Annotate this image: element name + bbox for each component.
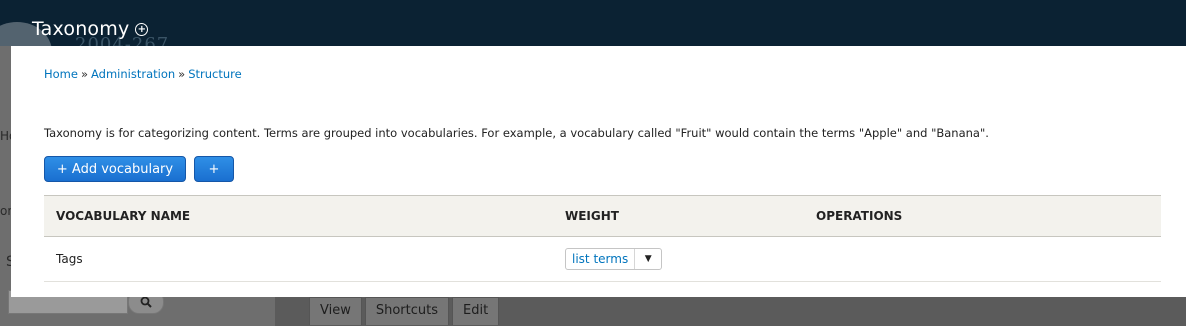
- tab-edit: Edit: [452, 297, 500, 325]
- taxonomy-overlay: Home» Administration» Structure Taxonomy i…: [11, 46, 1186, 297]
- page-title: Taxonomy +: [32, 18, 149, 40]
- vocabulary-table: VOCABULARY NAME WEIGHT OPERATIONS Tags l…: [44, 195, 1161, 282]
- add-shortcut-button[interactable]: +: [194, 156, 234, 182]
- plus-circle-icon[interactable]: +: [135, 22, 149, 36]
- breadcrumb-structure[interactable]: Structure: [188, 67, 242, 81]
- list-terms-link[interactable]: list terms: [566, 249, 636, 269]
- breadcrumb-administration[interactable]: Administration: [91, 67, 175, 81]
- toolbar-header: [0, 0, 1186, 46]
- column-header-vocabulary-name[interactable]: VOCABULARY NAME: [44, 195, 553, 237]
- empty-cell: [804, 236, 1161, 282]
- table-row: Tags list terms ▼: [44, 236, 1161, 282]
- column-header-weight[interactable]: WEIGHT: [553, 195, 804, 237]
- vocabulary-name-cell: Tags: [44, 236, 553, 282]
- breadcrumb-separator: »: [178, 67, 186, 81]
- caret-down-icon[interactable]: ▼: [635, 249, 661, 269]
- operations-dropbutton: list terms ▼: [565, 248, 663, 270]
- page-title-text: Taxonomy: [32, 18, 130, 40]
- breadcrumb-home[interactable]: Home: [44, 67, 78, 81]
- help-text: Taxonomy is for categorizing content. Te…: [44, 126, 989, 140]
- table-header-row: VOCABULARY NAME WEIGHT OPERATIONS: [44, 195, 1161, 237]
- breadcrumb-separator: »: [80, 67, 89, 81]
- breadcrumb: Home» Administration» Structure: [44, 67, 242, 81]
- background-tabs: View Shortcuts Edit: [309, 297, 500, 325]
- tab-view: View: [309, 297, 362, 325]
- add-vocabulary-button[interactable]: + Add vocabulary: [44, 156, 186, 182]
- tab-shortcuts: Shortcuts: [364, 297, 450, 325]
- column-header-operations: OPERATIONS: [804, 195, 1161, 237]
- operations-cell: list terms ▼: [553, 236, 804, 282]
